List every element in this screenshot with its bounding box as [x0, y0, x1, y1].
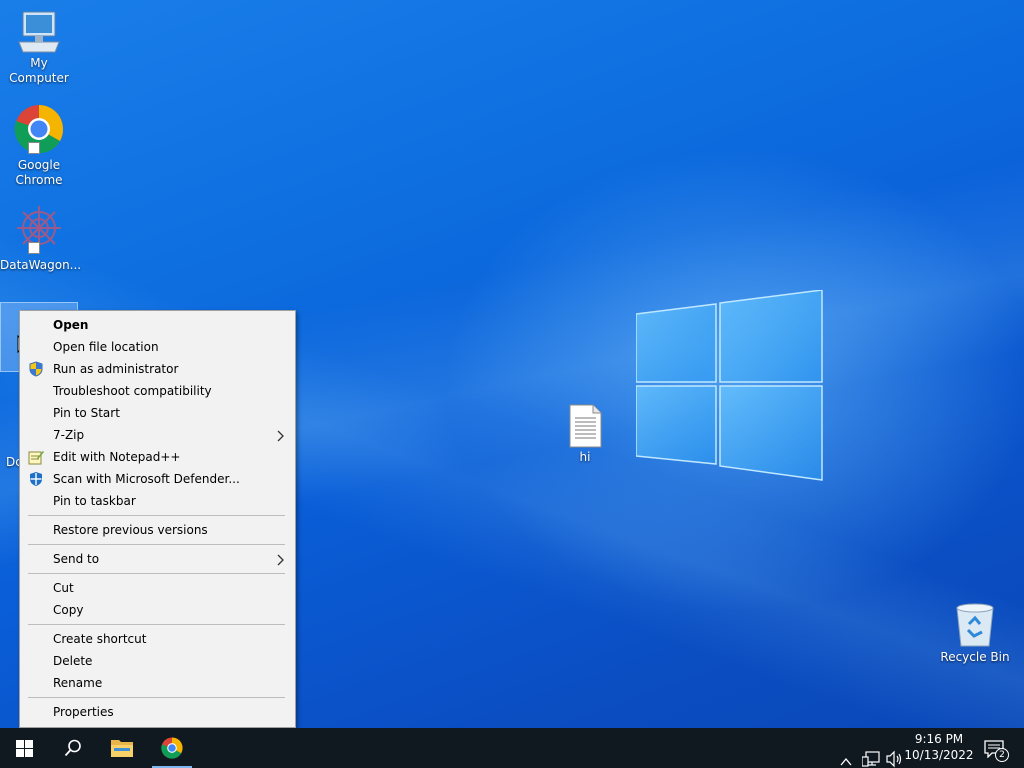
- menu-item-label: Open: [53, 318, 89, 332]
- menu-item-label: Delete: [53, 654, 93, 668]
- chevron-up-icon[interactable]: [840, 742, 852, 768]
- text-file-icon: [569, 404, 602, 448]
- menu-item-pin-to-start[interactable]: Pin to Start: [20, 402, 295, 424]
- menu-item-label: Run as administrator: [53, 362, 179, 376]
- desktop-icon-hi[interactable]: hi: [546, 404, 624, 465]
- menu-item-rename[interactable]: Rename: [20, 672, 295, 694]
- menu-item-restore-previous-versions[interactable]: Restore previous versions: [20, 519, 295, 541]
- desktop-icon-google-chrome[interactable]: Google Chrome: [0, 104, 78, 188]
- desktop-icon-recycle-bin[interactable]: Recycle Bin: [936, 602, 1014, 665]
- desktop-icon-my-computer[interactable]: My Computer: [0, 8, 78, 86]
- file-explorer-button[interactable]: [98, 728, 146, 768]
- notification-badge: 2: [995, 748, 1009, 762]
- chrome-taskbar-button[interactable]: [148, 728, 196, 768]
- menu-item-troubleshoot-compatibility[interactable]: Troubleshoot compatibility: [20, 380, 295, 402]
- computer-icon: [18, 11, 60, 53]
- volume-icon[interactable]: [886, 739, 904, 768]
- menu-separator: [28, 697, 285, 698]
- recycle-bin-icon: [956, 603, 994, 647]
- datawagon-icon: [14, 204, 64, 256]
- search-icon: [64, 739, 81, 757]
- context-menu: Open Open file location Run as administr…: [19, 310, 296, 728]
- menu-item-label: Restore previous versions: [53, 523, 208, 537]
- menu-separator: [28, 573, 285, 574]
- search-button[interactable]: [48, 728, 96, 768]
- submenu-arrow-icon: [277, 430, 284, 442]
- action-center-button[interactable]: 2: [976, 728, 1024, 768]
- menu-item-run-as-administrator[interactable]: Run as administrator: [20, 358, 295, 380]
- menu-item-open[interactable]: Open: [20, 314, 295, 336]
- desktop-icon-datawagon[interactable]: DataWagon...: [0, 204, 82, 273]
- menu-item-label: Pin to Start: [53, 406, 120, 420]
- menu-separator: [28, 624, 285, 625]
- menu-item-label: Copy: [53, 603, 84, 617]
- start-icon: [16, 740, 33, 757]
- menu-item-open-file-location[interactable]: Open file location: [20, 336, 295, 358]
- shortcut-arrow-icon: [28, 142, 40, 154]
- file-explorer-icon: [111, 740, 133, 757]
- menu-item-label: Scan with Microsoft Defender...: [53, 472, 240, 486]
- submenu-arrow-icon: [277, 554, 284, 566]
- menu-item-delete[interactable]: Delete: [20, 650, 295, 672]
- menu-separator: [28, 544, 285, 545]
- network-icon[interactable]: [862, 739, 880, 768]
- menu-item-send-to[interactable]: Send to: [20, 548, 295, 570]
- menu-item-label: Edit with Notepad++: [53, 450, 181, 464]
- menu-item-scan-with-microsoft-defender[interactable]: Scan with Microsoft Defender...: [20, 468, 295, 490]
- menu-item-edit-with-notepad-plus-plus[interactable]: Edit with Notepad++: [20, 446, 295, 468]
- shortcut-arrow-icon: [28, 242, 40, 254]
- menu-item-cut[interactable]: Cut: [20, 577, 295, 599]
- desktop-icon-label: Recycle Bin: [940, 650, 1010, 664]
- menu-separator: [28, 515, 285, 516]
- menu-item-label: Troubleshoot compatibility: [53, 384, 212, 398]
- menu-item-copy[interactable]: Copy: [20, 599, 295, 621]
- menu-item-label: Properties: [53, 705, 114, 719]
- menu-item-label: Cut: [53, 581, 74, 595]
- menu-item-create-shortcut[interactable]: Create shortcut: [20, 628, 295, 650]
- defender-icon: [30, 472, 42, 486]
- menu-item-label: 7-Zip: [53, 428, 85, 442]
- chrome-icon: [14, 104, 64, 156]
- menu-item-7-zip[interactable]: 7-Zip: [20, 424, 295, 446]
- menu-item-label: Create shortcut: [53, 632, 147, 646]
- desktop-icon-label: Google Chrome: [15, 158, 63, 187]
- desktop-icon-label: My Computer: [9, 56, 69, 85]
- taskbar-clock[interactable]: 9:16 PM 10/13/2022: [904, 731, 974, 763]
- menu-item-label: Open file location: [53, 340, 159, 354]
- chrome-icon: [161, 737, 183, 759]
- notepad-plus-plus-icon: [28, 451, 44, 465]
- clock-time: 9:16 PM: [914, 732, 964, 746]
- clock-date: 10/13/2022: [904, 748, 974, 762]
- menu-item-pin-to-taskbar[interactable]: Pin to taskbar: [20, 490, 295, 512]
- menu-item-label: Send to: [53, 552, 100, 566]
- uac-shield-icon: [29, 361, 43, 377]
- desktop-icon-label: hi: [579, 450, 591, 464]
- taskbar: 9:16 PM 10/13/2022 2: [0, 728, 1024, 768]
- menu-item-properties[interactable]: Properties: [20, 701, 295, 723]
- desktop-icon-label: DataWagon...: [0, 258, 82, 272]
- windows-logo-wallpaper: [636, 290, 823, 481]
- start-button[interactable]: [0, 728, 48, 768]
- menu-item-label: Pin to taskbar: [53, 494, 136, 508]
- menu-item-label: Rename: [53, 676, 103, 690]
